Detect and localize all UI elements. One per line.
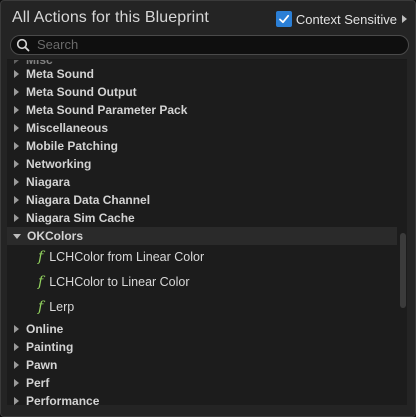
category-label: Miscellaneous <box>26 121 109 135</box>
tree-category[interactable]: Performance <box>7 392 397 405</box>
search-icon <box>16 38 30 52</box>
category-label: Online <box>26 322 64 336</box>
context-sensitive-label: Context Sensitive <box>295 11 397 27</box>
collapsed-arrow-icon <box>14 142 19 150</box>
collapsed-arrow-icon <box>14 60 19 64</box>
category-label: Painting <box>26 340 74 354</box>
checkmark-icon <box>278 14 289 24</box>
collapsed-arrow-icon <box>14 343 19 351</box>
vertical-scrollbar-thumb[interactable] <box>400 233 406 308</box>
tree-category[interactable]: Painting <box>7 338 397 356</box>
function-icon: f <box>38 249 44 265</box>
function-label: Lerp <box>49 300 75 314</box>
collapsed-arrow-icon <box>14 361 19 369</box>
tree-function-item[interactable]: f LCHColor to Linear Color <box>7 270 397 294</box>
collapsed-arrow-icon <box>14 88 19 96</box>
tree-function-item[interactable]: f LCHColor from Linear Color <box>7 245 397 269</box>
category-label: Networking <box>26 157 92 171</box>
collapsed-arrow-icon <box>14 178 19 186</box>
panel-title: All Actions for this Blueprint <box>12 9 209 26</box>
collapsed-arrow-icon <box>14 379 19 387</box>
tree-category[interactable]: Networking <box>7 155 397 173</box>
collapsed-arrow-icon <box>14 70 19 78</box>
function-label: LCHColor from Linear Color <box>49 250 205 264</box>
tree-function-item[interactable]: f Lerp <box>7 295 397 319</box>
tree-category[interactable]: Miscellaneous <box>7 119 397 137</box>
tree-category[interactable]: Meta Sound Parameter Pack <box>7 101 397 119</box>
search-input[interactable] <box>37 36 397 54</box>
tree-category[interactable]: Meta Sound <box>7 65 397 83</box>
category-label: Meta Sound <box>26 67 94 81</box>
actions-tree[interactable]: Misc Meta Sound Meta Sound Output Meta S… <box>7 59 407 405</box>
expand-arrow-icon[interactable] <box>402 15 407 23</box>
tree-category[interactable]: Niagara Data Channel <box>7 191 397 209</box>
expanded-arrow-icon <box>13 233 21 239</box>
context-sensitive-checkbox[interactable] <box>275 11 292 27</box>
panel-footer <box>1 405 415 416</box>
function-icon: f <box>38 299 44 315</box>
category-label: Niagara Data Channel <box>26 193 151 207</box>
category-label: Niagara Sim Cache <box>26 211 135 225</box>
tree-category[interactable]: Niagara <box>7 173 397 191</box>
category-label: Mobile Patching <box>26 139 119 153</box>
tree-category[interactable]: Niagara Sim Cache <box>7 209 397 227</box>
collapsed-arrow-icon <box>14 124 19 132</box>
tree-category[interactable]: Meta Sound Output <box>7 83 397 101</box>
context-sensitive-toggle[interactable]: Context Sensitive <box>275 10 407 28</box>
blueprint-actions-panel: All Actions for this Blueprint Context S… <box>0 0 416 417</box>
tree-category[interactable]: Online <box>7 320 397 338</box>
collapsed-arrow-icon <box>14 214 19 222</box>
function-label: LCHColor to Linear Color <box>49 275 190 289</box>
tree-category[interactable]: Pawn <box>7 356 397 374</box>
tree-category[interactable]: Perf <box>7 374 397 392</box>
category-label: Meta Sound Output <box>26 85 137 99</box>
category-label: Niagara <box>26 175 71 189</box>
collapsed-arrow-icon <box>14 397 19 405</box>
category-label: Perf <box>26 376 50 390</box>
category-label: Performance <box>26 394 100 405</box>
category-label: Meta Sound Parameter Pack <box>26 103 188 117</box>
function-icon: f <box>38 274 44 290</box>
collapsed-arrow-icon <box>14 160 19 168</box>
panel-header: All Actions for this Blueprint Context S… <box>1 1 415 35</box>
collapsed-arrow-icon <box>14 325 19 333</box>
tree-category-expanded[interactable]: OKColors <box>7 227 397 245</box>
tree-category[interactable]: Mobile Patching <box>7 137 397 155</box>
search-box[interactable] <box>10 35 409 55</box>
collapsed-arrow-icon <box>14 106 19 114</box>
category-label: Pawn <box>26 358 58 372</box>
collapsed-arrow-icon <box>14 196 19 204</box>
category-label: OKColors <box>27 229 84 243</box>
